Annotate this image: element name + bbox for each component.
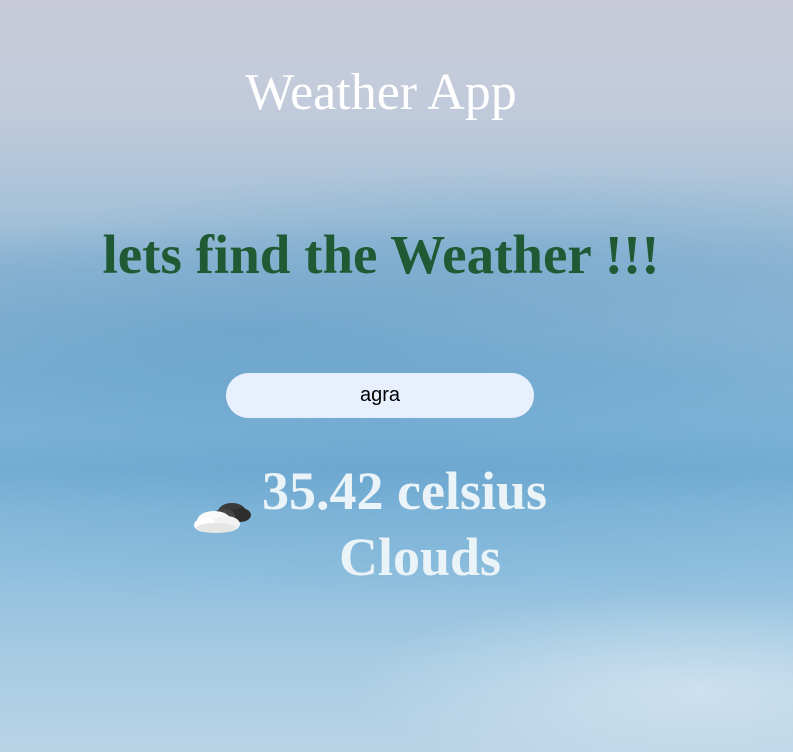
temperature-value: 35.42 celsius (262, 461, 548, 521)
tagline: lets find the Weather !!! (102, 224, 660, 285)
city-search-input[interactable] (226, 373, 534, 418)
app-title: Weather App (245, 64, 517, 121)
weather-condition: Clouds (338, 527, 502, 587)
